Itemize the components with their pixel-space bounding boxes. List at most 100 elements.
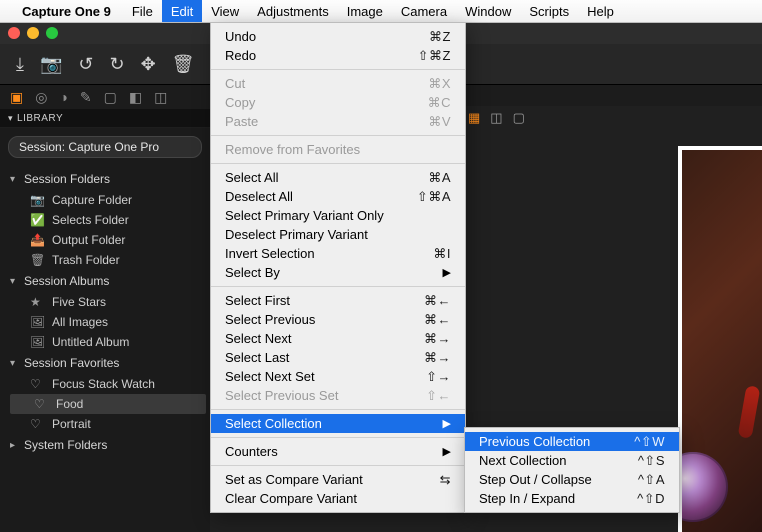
details-tab-icon[interactable]: ◧ <box>129 89 142 106</box>
session-picker[interactable]: Session: Capture One Pro <box>8 136 202 158</box>
menu-item[interactable]: Undo⌘Z <box>211 27 465 46</box>
menu-item[interactable]: Select Primary Variant Only <box>211 206 465 225</box>
menu-item[interactable]: Select By▶ <box>211 263 465 282</box>
cursor-tools-icon[interactable]: ✥ <box>141 54 156 75</box>
menu-item-label: Select Next <box>225 331 291 346</box>
lens-tab-icon[interactable]: ◑ <box>59 89 67 105</box>
tree-item[interactable]: 📷Capture Folder <box>6 190 210 210</box>
capture-icon[interactable]: 📷 <box>40 54 62 75</box>
library-header-label: LIBRARY <box>17 113 63 124</box>
library-tab-icon[interactable]: ▣ <box>10 89 23 106</box>
tree-item[interactable]: ♡Focus Stack Watch <box>6 374 210 394</box>
menu-scripts[interactable]: Scripts <box>520 0 578 22</box>
tree-group-title[interactable]: ▾Session Folders <box>6 168 210 190</box>
session-picker-label: Session: Capture One Pro <box>19 140 159 154</box>
menu-item: Copy⌘C <box>211 93 465 112</box>
edit-dropdown-menu: Undo⌘ZRedo⇧⌘ZCut⌘XCopy⌘CPaste⌘VRemove fr… <box>210 22 466 513</box>
tree-item-label: Selects Folder <box>52 213 129 227</box>
menu-item[interactable]: Select All⌘A <box>211 168 465 187</box>
menu-item: Cut⌘X <box>211 74 465 93</box>
grid-view-icon[interactable]: ▦ <box>468 110 480 126</box>
image-preview[interactable] <box>678 146 762 532</box>
tree-item-icon: 🖼 <box>30 315 46 329</box>
menu-item[interactable]: Deselect Primary Variant <box>211 225 465 244</box>
split-view-icon[interactable]: ◫ <box>490 110 502 126</box>
menu-edit[interactable]: Edit <box>162 0 202 22</box>
submenu-item[interactable]: Previous Collection^⇧W <box>465 432 679 451</box>
tree-item[interactable]: ✅Selects Folder <box>6 210 210 230</box>
window-zoom-button[interactable] <box>46 27 58 39</box>
menu-window[interactable]: Window <box>456 0 520 22</box>
menu-item[interactable]: Select Previous⌘← <box>211 310 465 329</box>
tree-item-icon: ♡ <box>30 377 46 391</box>
color-tab-icon[interactable]: ✎ <box>80 89 92 106</box>
tree-item[interactable]: 🖼Untitled Album <box>6 332 210 352</box>
undo-icon[interactable]: ↺ <box>78 54 93 75</box>
window-minimize-button[interactable] <box>27 27 39 39</box>
tree-item-icon: 📷 <box>30 193 46 207</box>
menu-item-shortcut: ⇧→ <box>426 369 451 385</box>
tree-item[interactable]: 📤Output Folder <box>6 230 210 250</box>
menu-item-label: Select Previous <box>225 312 315 327</box>
menu-item-shortcut: ⌘V <box>428 114 451 130</box>
menu-item-shortcut: ⌘→ <box>424 350 451 366</box>
menu-camera[interactable]: Camera <box>392 0 456 22</box>
menu-item[interactable]: Select Collection▶ <box>211 414 465 433</box>
tree-group-title[interactable]: ▾Session Albums <box>6 270 210 292</box>
menu-item-shortcut: ⌘A <box>428 170 451 186</box>
menu-item-label: Counters <box>225 444 278 459</box>
menu-help[interactable]: Help <box>578 0 623 22</box>
menu-item[interactable]: Select Next Set ⇧→ <box>211 367 465 386</box>
menu-item[interactable]: Select Next⌘→ <box>211 329 465 348</box>
menu-item-label: Select Next Set <box>225 369 315 384</box>
tree-item[interactable]: 🖼All Images <box>6 312 210 332</box>
import-icon[interactable]: ⤓ <box>16 54 24 75</box>
menu-item[interactable]: Redo⇧⌘Z <box>211 46 465 65</box>
chevron-right-icon: ▶ <box>443 445 451 458</box>
menu-adjustments[interactable]: Adjustments <box>248 0 338 22</box>
menu-item[interactable]: Select Last⌘→ <box>211 348 465 367</box>
tree-item[interactable]: 🗑Trash Folder <box>6 250 210 270</box>
tree-item-label: Five Stars <box>52 295 106 309</box>
submenu-item[interactable]: Step In / Expand^⇧D <box>465 489 679 508</box>
window-traffic-lights <box>8 27 58 39</box>
trash-icon[interactable]: 🗑 <box>172 54 195 75</box>
adjust-tab-icon[interactable]: ◫ <box>154 89 167 106</box>
tree-group-title[interactable]: ▸System Folders <box>6 434 210 456</box>
menu-item-label: Cut <box>225 76 245 91</box>
capture-tab-icon[interactable]: ◎ <box>35 89 47 106</box>
menu-file[interactable]: File <box>123 0 162 22</box>
menu-item[interactable]: Set as Compare Variant⇆ <box>211 470 465 489</box>
menu-item-label: Deselect Primary Variant <box>225 227 368 242</box>
tree-group-title[interactable]: ▾Session Favorites <box>6 352 210 374</box>
exposure-tab-icon[interactable]: ▢ <box>104 89 117 106</box>
tree-item[interactable]: ♡Portrait <box>6 414 210 434</box>
menu-item-label: Paste <box>225 114 258 129</box>
menu-view[interactable]: View <box>202 0 248 22</box>
menu-item-shortcut: ⇧← <box>426 388 451 404</box>
menu-item-label: Redo <box>225 48 256 63</box>
window-close-button[interactable] <box>8 27 20 39</box>
menu-item[interactable]: Counters ▶ <box>211 442 465 461</box>
menu-item[interactable]: Invert Selection⌘I <box>211 244 465 263</box>
menu-item[interactable]: Clear Compare Variant <box>211 489 465 508</box>
library-sidebar: Session: Capture One Pro ▾Session Folder… <box>0 128 210 532</box>
chevron-down-icon: ▾ <box>10 276 24 287</box>
library-tree: ▾Session Folders📷Capture Folder✅Selects … <box>0 168 210 456</box>
menu-item[interactable]: Deselect All⇧⌘A <box>211 187 465 206</box>
tree-item-icon: 📤 <box>30 233 46 247</box>
submenu-item-label: Previous Collection <box>479 434 590 449</box>
menu-item-label: Select By <box>225 265 280 280</box>
app-name[interactable]: Capture One 9 <box>22 4 111 19</box>
tree-item[interactable]: ♡Food <box>10 394 206 414</box>
tree-item[interactable]: ★Five Stars <box>6 292 210 312</box>
single-view-icon[interactable]: ▢ <box>513 110 525 126</box>
menu-item-label: Invert Selection <box>225 246 315 261</box>
submenu-item[interactable]: Next Collection^⇧S <box>465 451 679 470</box>
redo-icon[interactable]: ↻ <box>109 54 124 75</box>
image-content <box>678 452 728 522</box>
submenu-item[interactable]: Step Out / Collapse^⇧A <box>465 470 679 489</box>
menu-image[interactable]: Image <box>338 0 392 22</box>
tree-group-label: Session Folders <box>24 172 110 186</box>
menu-item[interactable]: Select First⌘← <box>211 291 465 310</box>
